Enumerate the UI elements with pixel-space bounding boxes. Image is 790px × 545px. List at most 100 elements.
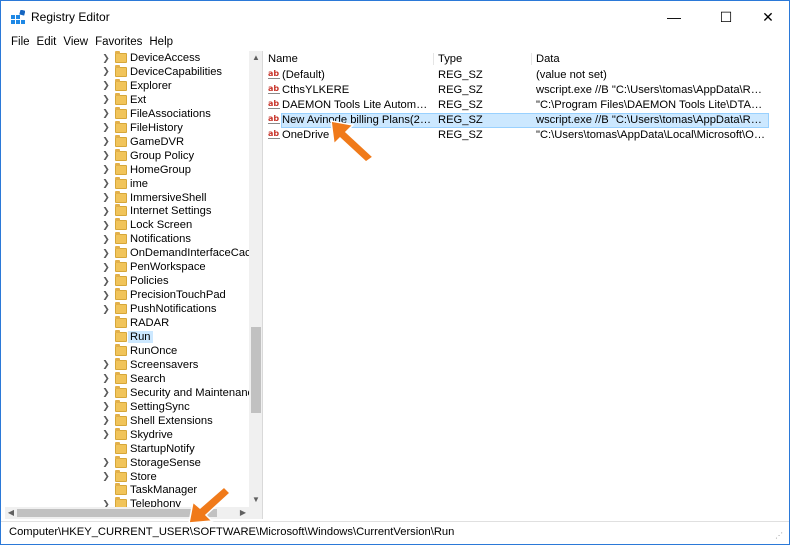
tree-item[interactable]: ❯ GameDVR bbox=[5, 134, 249, 149]
value-row[interactable]: ab DAEMON Tools Lite Automount REG_SZ "C:\P… bbox=[265, 98, 787, 113]
chevron-right-icon[interactable]: ❯ bbox=[101, 108, 111, 119]
tree-item[interactable]: ❯ Screensavers bbox=[5, 357, 249, 372]
tree-item[interactable]: RADAR bbox=[5, 316, 249, 330]
value-name: (Default) bbox=[282, 69, 325, 81]
chevron-right-icon[interactable]: ❯ bbox=[101, 359, 111, 370]
close-button[interactable]: ✕ bbox=[745, 1, 790, 33]
maximize-button[interactable]: ☐ bbox=[703, 1, 749, 33]
value-row[interactable]: ab (Default) REG_SZ (value not set) bbox=[265, 68, 787, 83]
folder-icon bbox=[115, 218, 127, 231]
tree-item[interactable]: ❯ StorageSense bbox=[5, 455, 249, 470]
tree-item-label: Search bbox=[130, 372, 166, 385]
chevron-right-icon[interactable]: ❯ bbox=[101, 373, 111, 384]
column-header-data[interactable]: Data bbox=[536, 51, 560, 67]
chevron-right-icon[interactable]: ❯ bbox=[101, 262, 111, 273]
tree-item[interactable]: ❯ HomeGroup bbox=[5, 162, 249, 177]
chevron-right-icon[interactable]: ❯ bbox=[101, 304, 111, 315]
tree-item[interactable]: StartupNotify bbox=[5, 441, 249, 456]
tree-vertical-scrollbar[interactable]: ▲ ▼ bbox=[249, 51, 262, 507]
scroll-right-icon[interactable]: ▶ bbox=[237, 507, 249, 519]
tree-scroll-thumb[interactable] bbox=[251, 327, 261, 413]
tree-item[interactable]: ❯ ime bbox=[5, 176, 249, 191]
menu-favorites[interactable]: Favorites bbox=[95, 33, 142, 51]
tree-item-label: RADAR bbox=[130, 317, 170, 330]
tree-item[interactable]: ❯ Internet Settings bbox=[5, 204, 249, 218]
menu-file[interactable]: File bbox=[11, 33, 30, 51]
chevron-right-icon[interactable]: ❯ bbox=[101, 53, 111, 64]
chevron-right-icon[interactable]: ❯ bbox=[101, 164, 111, 175]
tree-item[interactable]: ❯ Ext bbox=[5, 92, 249, 107]
chevron-right-icon[interactable]: ❯ bbox=[101, 499, 111, 507]
scroll-up-icon[interactable]: ▲ bbox=[249, 51, 262, 65]
chevron-right-icon[interactable]: ❯ bbox=[101, 401, 111, 412]
folder-icon bbox=[115, 274, 127, 287]
column-separator[interactable] bbox=[531, 53, 532, 65]
chevron-right-icon[interactable]: ❯ bbox=[101, 192, 111, 203]
tree-item[interactable]: ❯ Store bbox=[5, 469, 249, 484]
chevron-right-icon[interactable]: ❯ bbox=[101, 276, 111, 287]
tree-item[interactable]: Run bbox=[5, 330, 249, 344]
tree-item[interactable]: ❯ OnDemandInterfaceCache bbox=[5, 246, 249, 260]
minimize-button[interactable]: — bbox=[651, 1, 697, 33]
menu-help[interactable]: Help bbox=[149, 33, 173, 51]
menu-edit[interactable]: Edit bbox=[37, 33, 57, 51]
chevron-right-icon[interactable]: ❯ bbox=[101, 387, 111, 398]
folder-icon bbox=[115, 357, 127, 370]
tree-item-label: SettingSync bbox=[130, 400, 190, 413]
column-separator[interactable] bbox=[433, 53, 434, 65]
registry-editor-window: Registry Editor — ☐ ✕ File Edit View Fav… bbox=[0, 0, 790, 545]
chevron-right-icon[interactable]: ❯ bbox=[101, 471, 111, 482]
resize-grip-icon[interactable]: ⋰ bbox=[775, 531, 785, 541]
value-row[interactable]: ab CthsYLKERE REG_SZ wscript.exe //B "C:\Us… bbox=[265, 83, 787, 98]
tree-item-label: PenWorkspace bbox=[130, 261, 206, 274]
tree-item[interactable]: ❯ Lock Screen bbox=[5, 218, 249, 232]
tree-item-label: OnDemandInterfaceCache bbox=[130, 247, 249, 260]
tree-item[interactable]: ❯ Skydrive bbox=[5, 427, 249, 442]
scroll-left-icon[interactable]: ◀ bbox=[5, 507, 17, 519]
chevron-right-icon[interactable]: ❯ bbox=[101, 80, 111, 91]
folder-icon bbox=[115, 162, 127, 175]
tree-item[interactable]: ❯ Search bbox=[5, 371, 249, 386]
tree-item[interactable]: ❯ Explorer bbox=[5, 78, 249, 93]
chevron-right-icon[interactable]: ❯ bbox=[101, 290, 111, 301]
chevron-right-icon[interactable]: ❯ bbox=[101, 136, 111, 147]
chevron-right-icon[interactable]: ❯ bbox=[101, 178, 111, 189]
close-icon: ✕ bbox=[762, 8, 774, 25]
tree-item[interactable]: ❯ PushNotifications bbox=[5, 302, 249, 316]
tree-item[interactable]: ❯ Group Policy bbox=[5, 148, 249, 163]
tree-item[interactable]: ❯ Security and Maintenance bbox=[5, 385, 249, 400]
tree-item[interactable]: ❯ Shell Extensions bbox=[5, 413, 249, 428]
tree-item[interactable]: ❯ FileHistory bbox=[5, 120, 249, 135]
tree-item[interactable]: RunOnce bbox=[5, 343, 249, 358]
tree-item[interactable]: ❯ FileAssociations bbox=[5, 106, 249, 121]
tree-item[interactable]: ❯ ImmersiveShell bbox=[5, 190, 249, 205]
tree-item-label: Store bbox=[130, 470, 157, 483]
tree-item[interactable]: ❯ SettingSync bbox=[5, 399, 249, 414]
tree-item[interactable]: ❯ PenWorkspace bbox=[5, 260, 249, 274]
chevron-right-icon[interactable]: ❯ bbox=[101, 234, 111, 245]
tree-item-label: ImmersiveShell bbox=[130, 191, 207, 204]
tree-item[interactable]: ❯ DeviceCapabilities bbox=[5, 64, 249, 79]
tree-item[interactable]: ❯ Policies bbox=[5, 274, 249, 288]
tree-item[interactable]: ❯ PrecisionTouchPad bbox=[5, 288, 249, 302]
chevron-right-icon[interactable]: ❯ bbox=[101, 220, 111, 231]
chevron-right-icon[interactable]: ❯ bbox=[101, 94, 111, 105]
chevron-right-icon[interactable]: ❯ bbox=[101, 122, 111, 133]
folder-icon bbox=[115, 260, 127, 273]
chevron-right-icon[interactable]: ❯ bbox=[101, 429, 111, 440]
column-header-type[interactable]: Type bbox=[438, 51, 462, 67]
chevron-right-icon[interactable]: ❯ bbox=[101, 415, 111, 426]
chevron-right-icon[interactable]: ❯ bbox=[101, 150, 111, 161]
title-bar[interactable]: Registry Editor — ☐ ✕ bbox=[1, 1, 789, 33]
tree-item[interactable]: ❯ DeviceAccess bbox=[5, 51, 249, 65]
menu-view[interactable]: View bbox=[63, 33, 88, 51]
chevron-right-icon[interactable]: ❯ bbox=[101, 206, 111, 217]
address-path[interactable]: Computer\HKEY_CURRENT_USER\SOFTWARE\Micr… bbox=[9, 526, 454, 538]
tree-item-label: Shell Extensions bbox=[130, 414, 213, 427]
tree-item[interactable]: ❯ Notifications bbox=[5, 232, 249, 246]
chevron-right-icon[interactable]: ❯ bbox=[101, 248, 111, 259]
chevron-right-icon[interactable]: ❯ bbox=[101, 66, 111, 77]
column-header-name[interactable]: Name bbox=[268, 51, 298, 67]
scroll-down-icon[interactable]: ▼ bbox=[249, 493, 262, 507]
chevron-right-icon[interactable]: ❯ bbox=[101, 457, 111, 468]
